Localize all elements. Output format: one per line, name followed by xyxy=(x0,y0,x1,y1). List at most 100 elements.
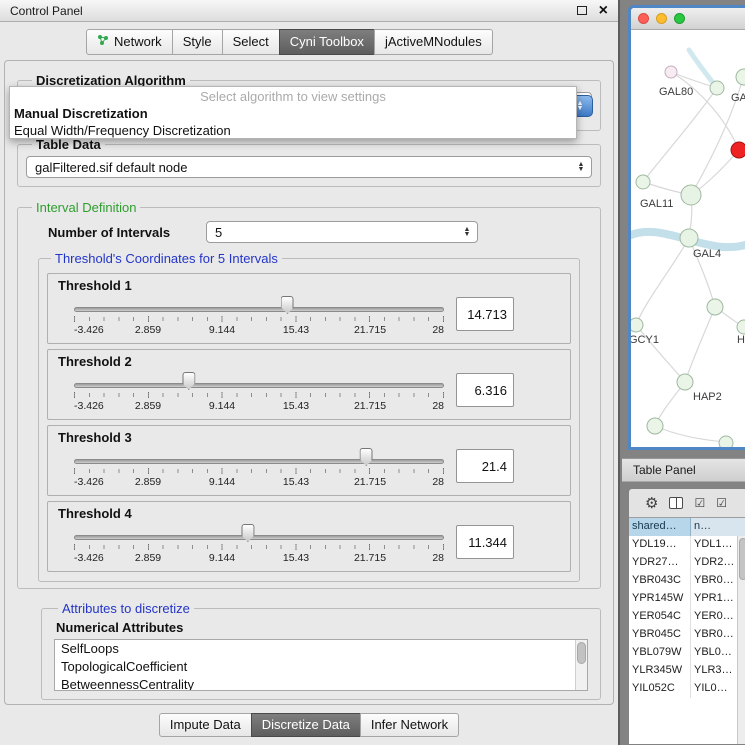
tab-label: Network xyxy=(114,34,162,49)
table-row[interactable]: YBR045CYBR0… xyxy=(629,626,745,644)
network-node[interactable] xyxy=(707,299,723,315)
table-row[interactable]: YIL052CYIL0… xyxy=(629,680,745,698)
scale-label: 21.715 xyxy=(354,552,386,564)
network-node[interactable] xyxy=(647,418,663,434)
list-item-betweennesscentrality[interactable]: BetweennessCentrality xyxy=(55,676,587,691)
slider-ticks xyxy=(74,545,444,549)
table-cell[interactable]: YER054C xyxy=(629,608,691,626)
table-row[interactable]: YBR043CYBR0… xyxy=(629,572,745,590)
number-of-intervals-stepper[interactable]: ▲ ▼ xyxy=(459,227,475,237)
table-row[interactable]: YLR345WYLR3… xyxy=(629,662,745,680)
network-node[interactable] xyxy=(737,320,745,334)
threshold-4-slider[interactable]: -3.426 2.859 9.144 15.43 21.715 28 xyxy=(74,523,444,567)
scale-label: 15.43 xyxy=(283,400,309,412)
table-cell[interactable]: YLR345W xyxy=(629,662,691,680)
table-cell[interactable]: YDL19… xyxy=(629,536,691,554)
tab-select[interactable]: Select xyxy=(222,29,280,55)
threshold-1-value-field[interactable] xyxy=(456,297,514,331)
tab-cyni-toolbox[interactable]: Cyni Toolbox xyxy=(279,29,375,55)
scrollbar-thumb[interactable] xyxy=(577,642,586,664)
thresholds-group: Threshold's Coordinates for 5 Intervals … xyxy=(38,251,580,582)
dropdown-option-manual-discretization[interactable]: Manual Discretization xyxy=(10,105,576,122)
tab-style[interactable]: Style xyxy=(172,29,223,55)
scale-label: 21.715 xyxy=(354,324,386,336)
table-scrollbar[interactable] xyxy=(737,536,745,744)
threshold-3-value-field[interactable] xyxy=(456,449,514,483)
table-panel-window: ⚙ ☑ ☑ shared… n… YDL19…YDL1… YDR27…YDR2…… xyxy=(628,488,745,745)
checkbox-icon[interactable]: ☑ xyxy=(694,497,705,509)
network-node[interactable] xyxy=(636,175,650,189)
node-label: GA xyxy=(731,92,745,104)
column-selector-icon[interactable] xyxy=(669,497,683,509)
network-node[interactable] xyxy=(677,374,693,390)
slider-track[interactable] xyxy=(74,459,444,464)
table-row[interactable]: YPR145WYPR1… xyxy=(629,590,745,608)
scale-label: 9.144 xyxy=(209,324,235,336)
slider-track[interactable] xyxy=(74,535,444,540)
minimize-traffic-light[interactable] xyxy=(656,13,667,24)
column-header-shared-name[interactable]: shared… xyxy=(629,518,691,536)
slider-track[interactable] xyxy=(74,383,444,388)
table-cell[interactable]: YPR145W xyxy=(629,590,691,608)
column-header-name[interactable]: n… xyxy=(691,518,745,536)
network-node[interactable] xyxy=(736,69,745,85)
list-item-selfloops[interactable]: SelfLoops xyxy=(55,640,587,658)
network-node-selected[interactable] xyxy=(731,142,745,158)
scale-label: 2.859 xyxy=(135,324,161,336)
table-row[interactable]: YDL19…YDL1… xyxy=(629,536,745,554)
threshold-1-slider[interactable]: -3.426 2.859 9.144 15.43 21.715 28 xyxy=(74,295,444,339)
slider-ticks xyxy=(74,317,444,321)
scrollbar-thumb[interactable] xyxy=(739,538,745,580)
threshold-2-value-field[interactable] xyxy=(456,373,514,407)
tab-discretize-data[interactable]: Discretize Data xyxy=(251,713,361,737)
number-of-intervals-select[interactable]: 5 ▲ ▼ xyxy=(206,221,478,243)
close-traffic-light[interactable] xyxy=(638,13,649,24)
network-node[interactable] xyxy=(710,81,724,95)
threshold-2-slider[interactable]: -3.426 2.859 9.144 15.43 21.715 28 xyxy=(74,371,444,415)
dropdown-option-equal-width-frequency[interactable]: Equal Width/Frequency Discretization xyxy=(10,122,576,139)
checkbox-icon[interactable]: ☑ xyxy=(716,497,727,509)
network-node[interactable] xyxy=(631,318,643,332)
network-node[interactable] xyxy=(665,66,677,78)
table-data-select-value: galFiltered.sif default node xyxy=(35,160,573,175)
network-node[interactable] xyxy=(680,229,698,247)
table-cell[interactable]: YBL079W xyxy=(629,644,691,662)
numerical-attributes-list[interactable]: SelfLoops TopologicalCoefficient Between… xyxy=(54,639,588,691)
slider-track[interactable] xyxy=(74,307,444,312)
tab-network[interactable]: Network xyxy=(86,29,173,55)
threshold-3-slider[interactable]: -3.426 2.859 9.144 15.43 21.715 28 xyxy=(74,447,444,491)
node-label: GAL11 xyxy=(640,198,673,210)
zoom-traffic-light[interactable] xyxy=(674,13,685,24)
application: Control Panel × Network Style Select Cyn… xyxy=(0,0,745,745)
tab-infer-network[interactable]: Infer Network xyxy=(360,713,459,737)
table-row[interactable]: YDR27…YDR2… xyxy=(629,554,745,572)
tab-label: Style xyxy=(183,34,212,49)
table-row[interactable]: YER054CYER0… xyxy=(629,608,745,626)
table-cell[interactable]: YDR27… xyxy=(629,554,691,572)
close-icon[interactable]: × xyxy=(599,4,608,18)
attributes-list-scrollbar[interactable] xyxy=(575,640,587,690)
list-item-topologicalcoefficient[interactable]: TopologicalCoefficient xyxy=(55,658,587,676)
network-node[interactable] xyxy=(681,185,701,205)
table-cell[interactable]: YIL052C xyxy=(629,680,691,698)
scale-label: 15.43 xyxy=(283,552,309,564)
tab-impute-data[interactable]: Impute Data xyxy=(159,713,252,737)
table-row[interactable]: YBL079WYBL0… xyxy=(629,644,745,662)
scale-label: 28 xyxy=(432,400,444,412)
threshold-4-value-field[interactable] xyxy=(456,525,514,559)
table-data-select-stepper[interactable]: ▲ ▼ xyxy=(573,162,589,172)
cyni-toolbox-panel: Discretization Algorithm ▲ ▼ Select algo… xyxy=(4,60,614,705)
table-header-row: shared… n… xyxy=(629,518,745,536)
table-data-select[interactable]: galFiltered.sif default node ▲ ▼ xyxy=(26,156,592,178)
scale-label: 9.144 xyxy=(209,476,235,488)
network-window-titlebar[interactable] xyxy=(631,8,745,30)
table-cell[interactable]: YBR043C xyxy=(629,572,691,590)
tab-jactivemnodules[interactable]: jActiveMNodules xyxy=(374,29,493,55)
network-canvas[interactable]: GAL80 GA GAL11 GAL4 GCY1 H HAP2 xyxy=(631,30,745,447)
settings-gear-icon[interactable]: ⚙ xyxy=(645,496,658,511)
node-label: HAP2 xyxy=(693,391,722,403)
network-node[interactable] xyxy=(719,436,733,447)
table-cell[interactable]: YBR045C xyxy=(629,626,691,644)
numerical-attributes-label: Numerical Attributes xyxy=(56,620,590,635)
float-window-icon[interactable] xyxy=(577,6,587,15)
